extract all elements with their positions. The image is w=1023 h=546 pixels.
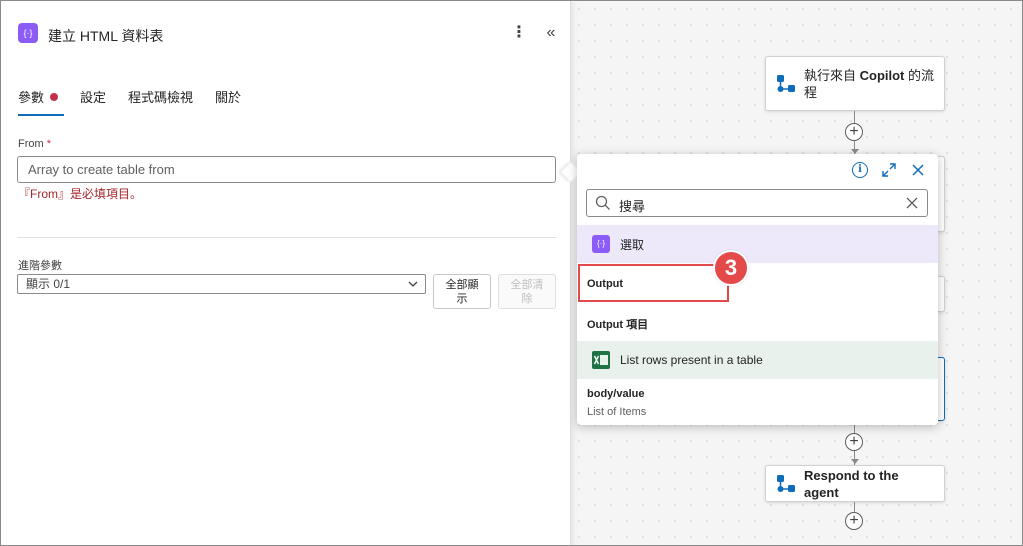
group-header-list-rows[interactable]: List rows present in a table — [577, 341, 938, 379]
tab-code-view[interactable]: 程式碼檢視 — [128, 87, 193, 116]
section-divider — [17, 237, 556, 238]
advanced-parameters-select[interactable]: 顯示 0/1 — [17, 274, 426, 294]
search-icon — [595, 195, 610, 210]
more-options-icon[interactable]: ⋮ — [510, 23, 528, 43]
tab-parameters[interactable]: 參數 — [18, 87, 65, 116]
from-error-message: 『From』是必填項目。 — [18, 187, 142, 201]
close-icon[interactable] — [910, 162, 926, 178]
clear-search-icon[interactable] — [905, 192, 919, 219]
from-input[interactable]: Array to create table from — [17, 156, 556, 183]
app-window: 執行來自 Copilot 的流 程 + + Respond to the age… — [0, 0, 1023, 546]
data-operation-icon: {·} — [18, 23, 38, 43]
expand-icon[interactable] — [881, 162, 897, 178]
dynamic-item-body-value[interactable]: body/value — [587, 388, 644, 400]
dynamic-item-description: List of Items — [587, 406, 647, 418]
node-title: Respond to the agent — [804, 467, 899, 500]
connector-arrow — [851, 459, 859, 464]
error-dot-icon — [50, 93, 59, 101]
tab-about[interactable]: 關於 — [215, 87, 241, 116]
info-icon[interactable]: i — [852, 162, 868, 178]
node-title: 執行來自 Copilot 的流 程 — [804, 67, 935, 100]
select-action-icon: {·} — [592, 235, 610, 253]
group-header-select[interactable]: {·} 選取 — [577, 225, 938, 263]
tab-settings[interactable]: 設定 — [80, 87, 106, 116]
advanced-parameters-label: 進階參數 — [18, 260, 62, 272]
flow-action-icon — [777, 474, 795, 492]
action-properties-panel: {·} 建立 HTML 資料表 ⋮ « 參數 設定 程式碼檢視 關於 From … — [1, 1, 571, 545]
from-field-label: From * — [18, 138, 52, 150]
add-step-button[interactable]: + — [845, 433, 863, 451]
connector-line — [854, 502, 855, 512]
panel-title[interactable]: 建立 HTML 資料表 — [48, 26, 163, 46]
add-step-button[interactable]: + — [845, 123, 863, 141]
panel-tabs: 參數 設定 程式碼檢視 關於 — [18, 87, 263, 116]
step-number-badge: 3 — [713, 250, 749, 286]
flow-node-respond-to-agent[interactable]: Respond to the agent — [765, 465, 945, 502]
flow-node-copilot-trigger[interactable]: 執行來自 Copilot 的流 程 — [765, 56, 945, 111]
add-step-button[interactable]: + — [845, 512, 863, 530]
excel-icon — [592, 351, 610, 369]
search-input[interactable]: 搜尋 — [586, 189, 928, 217]
show-all-button[interactable]: 全部顯示 — [433, 274, 491, 309]
clear-all-button[interactable]: 全部清除 — [498, 274, 556, 309]
dynamic-item-output-item[interactable]: Output 項目 — [587, 316, 648, 332]
flow-trigger-icon — [777, 74, 795, 92]
collapse-panel-icon[interactable]: « — [542, 23, 560, 43]
chevron-down-icon — [408, 281, 418, 287]
search-value: 搜尋 — [619, 199, 646, 214]
highlight-box — [578, 264, 729, 302]
